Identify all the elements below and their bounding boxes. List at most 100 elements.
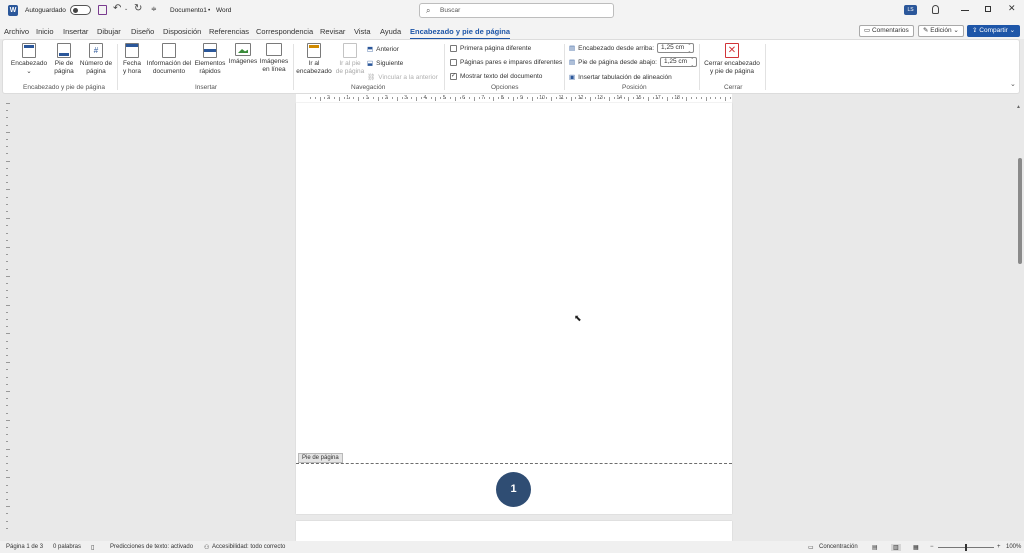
page-number-circle[interactable]: 1 [496, 472, 531, 507]
vruler-tick [6, 499, 8, 500]
accessibility-icon[interactable]: ⚇ [204, 544, 209, 551]
focus-icon[interactable]: ▭ [808, 544, 814, 551]
collapse-ribbon-icon[interactable]: ⌄ [1010, 80, 1016, 88]
tab-dibujar[interactable]: Dibujar [97, 27, 121, 36]
word-count[interactable]: 0 palabras [53, 544, 81, 550]
minimize-icon[interactable] [961, 10, 969, 11]
ruler-number: 11 [558, 95, 564, 101]
vruler-tick [6, 261, 8, 263]
tab-revisar[interactable]: Revisar [320, 27, 345, 36]
proofing-icon[interactable]: ▯ [91, 544, 94, 551]
tab-diseno[interactable]: Diseño [131, 27, 154, 36]
group-options: Opciones [491, 84, 519, 91]
header-button[interactable]: Encabezado ⌄ [10, 43, 48, 76]
odd-even-pages-checkbox[interactable]: Páginas pares e impares diferentes [450, 59, 562, 66]
zoom-level[interactable]: 100% [1006, 544, 1021, 550]
go-to-header-button[interactable]: Ir al encabezado [295, 43, 333, 76]
vruler-tick [6, 283, 8, 284]
ruler-tick [440, 97, 442, 99]
scrollbar-thumb[interactable] [1018, 158, 1022, 264]
next-button[interactable]: ⬓ Siguiente [367, 59, 403, 68]
ruler-tick [430, 97, 432, 99]
vruler-tick [6, 167, 8, 169]
restore-icon[interactable] [985, 6, 991, 12]
go-to-footer-button[interactable]: Ir al pie de página [334, 43, 366, 76]
undo-icon[interactable]: ↶ [113, 3, 121, 14]
title-separator: • [208, 7, 211, 14]
tab-insertar[interactable]: Insertar [63, 27, 88, 36]
vruler-tick [6, 434, 8, 436]
date-time-button[interactable]: Fecha y hora [120, 43, 144, 76]
footer-from-bottom-label: Pie de página desde abajo: [578, 58, 657, 66]
tab-inicio[interactable]: Inicio [36, 27, 54, 36]
footer-from-bottom-input[interactable]: 1,25 cm [659, 57, 697, 67]
show-document-text-checkbox[interactable]: ✓ Mostrar texto del documento [450, 73, 542, 80]
document-page[interactable] [296, 103, 732, 514]
vruler-tick [6, 304, 10, 306]
document-title[interactable]: Documento1 [170, 7, 207, 14]
zoom-in-icon[interactable]: + [997, 544, 1001, 550]
ruler-tick [478, 97, 480, 99]
ruler-tick [314, 97, 316, 99]
quick-parts-button[interactable]: Elementos rápidos [192, 43, 228, 76]
ruler-number: 2 [327, 95, 330, 101]
title-bar: W Autoguardado ↶ ⌄ ↻ ≑ Documento1 • Word… [0, 0, 1024, 22]
zoom-out-icon[interactable]: − [930, 544, 934, 550]
close-header-footer-button[interactable]: ✕ Cerrar encabezado y pie de página [702, 43, 762, 76]
ruler-tick [401, 97, 403, 99]
close-window-icon[interactable]: ✕ [1008, 3, 1016, 14]
focus-mode[interactable]: Concentración [819, 544, 858, 550]
scroll-up-icon[interactable]: ▲ [1016, 104, 1021, 110]
tab-disposicion[interactable]: Disposición [163, 27, 201, 36]
vruler-tick [6, 362, 10, 364]
web-layout-icon[interactable]: ▦ [913, 544, 919, 551]
tab-referencias[interactable]: Referencias [209, 27, 249, 36]
previous-button[interactable]: ⬒ Anterior [367, 45, 399, 54]
save-icon[interactable] [98, 5, 107, 15]
group-insert: Insertar [195, 84, 218, 91]
customize-toolbar-icon[interactable]: ≑ [151, 5, 157, 13]
ruler-tick [565, 97, 567, 99]
page-number-button[interactable]: # Número de página [78, 43, 114, 76]
comments-button[interactable]: ▭ Comentarios [859, 25, 914, 37]
vertical-ruler[interactable] [3, 103, 11, 543]
autosave-toggle[interactable] [70, 5, 91, 15]
insert-alignment-tab-button[interactable]: ▣ Insertar tabulación de alineación [569, 73, 672, 82]
link-to-previous-button[interactable]: ⛓ Vincular a la anterior [367, 73, 438, 82]
lightbulb-icon[interactable] [932, 5, 939, 14]
text-predictions[interactable]: Predicciones de texto: activado [110, 544, 193, 550]
ruler-tick [334, 97, 336, 99]
document-info-button[interactable]: Información del documento [145, 43, 193, 76]
editing-button[interactable]: ✎ Edición ⌄ [918, 25, 964, 37]
ruler-tick [527, 97, 529, 99]
word-logo-icon[interactable]: W [8, 5, 18, 16]
undo-dropdown-icon[interactable]: ⌄ [124, 6, 128, 12]
different-first-page-checkbox[interactable]: Primera página diferente [450, 45, 531, 52]
zoom-slider[interactable] [938, 544, 994, 551]
tab-correspondencia[interactable]: Correspondencia [256, 27, 313, 36]
read-mode-icon[interactable]: ▤ [872, 544, 878, 551]
tab-ayuda[interactable]: Ayuda [380, 27, 401, 36]
tab-archivo[interactable]: Archivo [4, 27, 29, 36]
tab-encabezado-pie[interactable]: Encabezado y pie de página [410, 27, 511, 40]
vruler-tick [6, 247, 10, 248]
pictures-button[interactable]: Imágenes [226, 43, 260, 66]
page-count[interactable]: Página 1 de 3 [6, 544, 43, 550]
print-layout-icon[interactable]: ▥ [891, 544, 901, 551]
footer-button[interactable]: Pie de página [49, 43, 79, 76]
online-pictures-button[interactable]: Imágenes en línea [258, 43, 290, 74]
horizontal-ruler[interactable]: 2 1 1 2 3 4 5 6 7 8 9 10 11 12 13 14 15 17 18 [296, 94, 732, 103]
share-button[interactable]: ⇪ Compartir ⌄ [967, 25, 1021, 37]
document-page-2[interactable] [296, 521, 732, 541]
zoom-slider-thumb[interactable] [965, 544, 967, 551]
app-name: Word [216, 7, 232, 14]
tab-vista[interactable]: Vista [354, 27, 371, 36]
redo-icon[interactable]: ↻ [134, 3, 142, 14]
header-from-top-input[interactable]: 1,25 cm [657, 43, 695, 53]
search-box[interactable]: ⌕ Buscar [419, 3, 614, 18]
accessibility-status[interactable]: Accesibilidad: todo correcto [212, 544, 285, 550]
ruler-tick [729, 97, 731, 99]
avatar[interactable]: LS [904, 5, 917, 15]
header-top-icon: ▤ [569, 45, 576, 52]
vruler-tick [6, 520, 8, 522]
